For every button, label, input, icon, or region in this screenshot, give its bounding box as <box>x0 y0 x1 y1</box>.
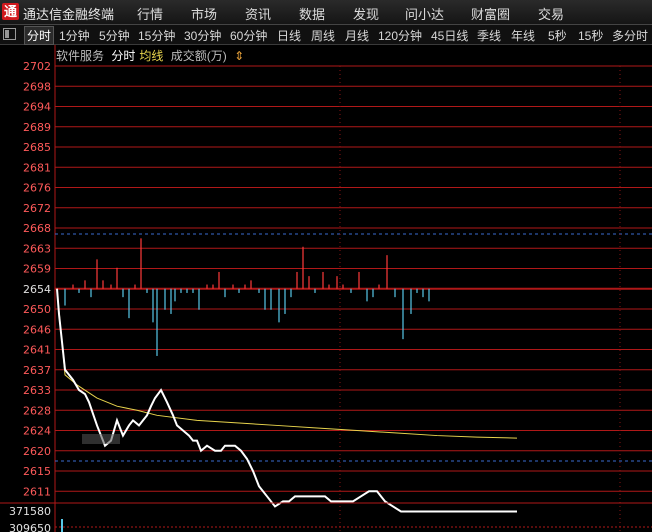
y-tick-label: 2694 <box>23 101 51 114</box>
y-tick-label: 2637 <box>23 364 51 377</box>
y-tick-label: 2620 <box>23 445 51 458</box>
y-tick-label: 2668 <box>23 222 51 235</box>
y-tick-label: 2628 <box>23 404 51 417</box>
watermark <box>82 434 120 444</box>
y-tick-label: 2615 <box>23 465 51 478</box>
y-tick-label: 2689 <box>23 121 51 134</box>
volume-label-max: 371580 <box>9 505 51 518</box>
y-tick-label: 2646 <box>23 323 51 336</box>
y-tick-label: 2650 <box>23 303 51 316</box>
y-tick-label: 2659 <box>23 263 51 276</box>
y-tick-label: 2702 <box>23 60 51 73</box>
intraday-chart[interactable]: 2702 2698 2694 2689 2685 2681 2676 2672 2668 2663… <box>0 0 652 532</box>
y-tick-label: 2685 <box>23 141 51 154</box>
y-tick-label: 2641 <box>23 344 51 357</box>
average-price-line <box>56 288 518 439</box>
volume-label-mid: 309650 <box>9 522 51 532</box>
y-tick-label: 2681 <box>23 161 51 174</box>
y-tick-label: 2698 <box>23 80 51 93</box>
y-tick-label: 2633 <box>23 384 51 397</box>
y-tick-label: 2672 <box>23 202 51 215</box>
y-tick-label: 2624 <box>23 425 51 438</box>
y-tick-label: 2654 <box>23 283 51 296</box>
price-line <box>56 288 517 513</box>
y-tick-label: 2611 <box>23 485 51 498</box>
y-tick-label: 2676 <box>23 182 51 195</box>
y-tick-label: 2663 <box>23 242 51 255</box>
